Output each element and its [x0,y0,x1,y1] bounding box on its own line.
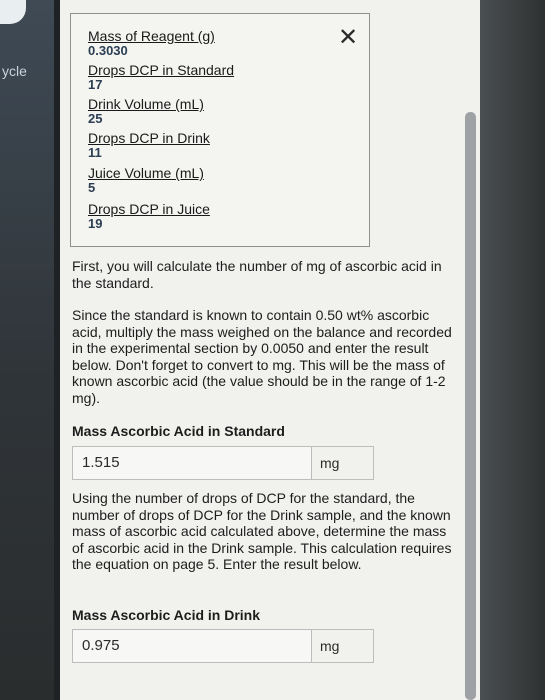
field-value: 17 [88,77,103,92]
background-sidebar: ycle [0,0,58,700]
field-value: 11 [88,145,102,160]
drink-instructions: Using the number of drops of DCP for the… [72,490,452,572]
field-drink-volume: Drink Volume (mL) 25 [88,96,348,126]
field-label: Juice Volume (mL) [88,165,204,181]
drink-answer-label: Mass Ascorbic Acid in Drink [72,607,261,623]
drink-mass-input[interactable]: 0.975 [72,629,312,663]
field-value: 0.3030 [88,43,128,58]
field-label: Drops DCP in Standard [88,62,235,78]
drink-unit-label: mg [312,629,374,663]
standard-instructions: Since the standard is known to contain 0… [72,307,452,406]
field-label: Drops DCP in Juice [88,201,210,217]
standard-answer-label: Mass Ascorbic Acid in Standard [72,423,285,439]
field-juice-volume: Juice Volume (mL) 5 [88,165,348,195]
field-drops-dcp-standard: Drops DCP in Standard 17 [88,62,348,92]
background-right [480,0,545,700]
field-value: 25 [88,111,103,126]
field-mass-of-reagent: Mass of Reagent (g) 0.3030 [88,28,348,58]
scrollbar[interactable] [465,112,476,700]
field-value: 19 [88,216,103,231]
field-value: 5 [88,180,96,195]
field-drops-dcp-juice: Drops DCP in Juice 19 [88,201,348,231]
standard-mass-input[interactable]: 1.515 [72,446,312,480]
field-label: Mass of Reagent (g) [88,28,215,44]
sidebar-partial-text: ycle [2,63,27,79]
field-label: Drops DCP in Drink [88,130,210,146]
standard-unit-label: mg [312,446,374,480]
field-label: Drink Volume (mL) [88,96,204,112]
field-drops-dcp-drink: Drops DCP in Drink 11 [88,130,348,160]
intro-paragraph: First, you will calculate the number of … [72,258,442,291]
sidebar-logo-shape [0,0,26,24]
